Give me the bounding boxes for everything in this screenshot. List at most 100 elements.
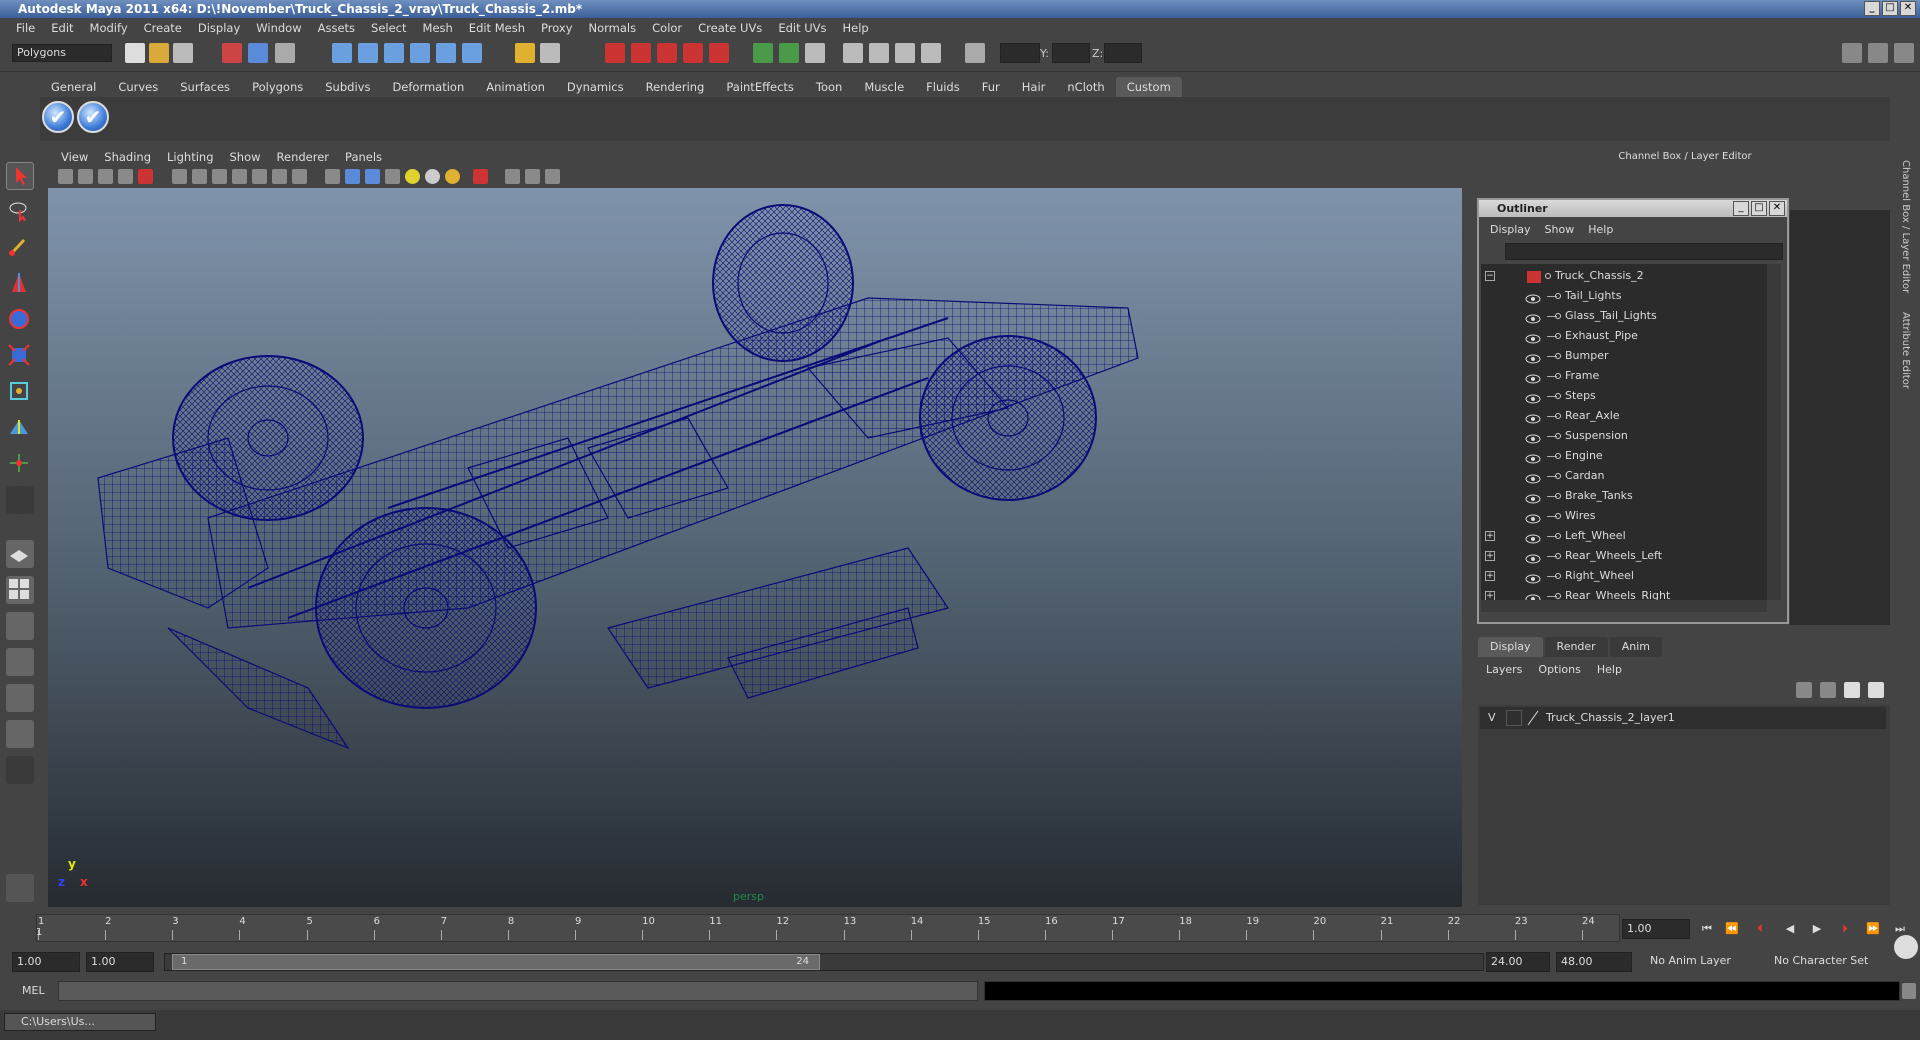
outliner-row[interactable]: Frame xyxy=(1481,366,1767,386)
script-editor-button-icon[interactable] xyxy=(1902,983,1916,999)
quick-layout-icon[interactable] xyxy=(6,874,34,902)
new-empty-layer-icon[interactable] xyxy=(1844,682,1860,698)
layer-menu-options[interactable]: Options xyxy=(1530,663,1588,676)
isolate-select-icon[interactable] xyxy=(473,169,488,184)
viewport-menu-show[interactable]: Show xyxy=(222,150,269,164)
x-field[interactable] xyxy=(1000,43,1040,63)
move-layer-down-icon[interactable] xyxy=(1820,682,1836,698)
lasso-tool-icon[interactable] xyxy=(6,198,34,226)
history-icon[interactable] xyxy=(462,43,482,63)
outliner-menu-show[interactable]: Show xyxy=(1538,223,1582,236)
outliner-minimize-button[interactable]: _ xyxy=(1733,201,1749,216)
wireframe-on-shaded-icon[interactable] xyxy=(365,169,380,184)
step-back-key-icon[interactable]: ⏪ xyxy=(1725,922,1739,936)
outliner-row[interactable]: Bumper xyxy=(1481,346,1767,366)
modeling-toolkit-icon[interactable] xyxy=(921,43,941,63)
outliner-menu-help[interactable]: Help xyxy=(1581,223,1620,236)
outliner-row[interactable]: Exhaust_Pipe xyxy=(1481,326,1767,346)
expand-icon[interactable]: + xyxy=(1485,531,1495,541)
character-set-dropdown[interactable]: No Character Set xyxy=(1770,952,1884,972)
xray-icon[interactable] xyxy=(505,169,520,184)
menu-normals[interactable]: Normals xyxy=(581,21,645,35)
outliner-row[interactable]: + Right_Wheel xyxy=(1481,566,1767,586)
render-view-icon[interactable] xyxy=(709,43,729,63)
shelf-tab-curves[interactable]: Curves xyxy=(107,77,169,97)
maximize-button[interactable]: □ xyxy=(1882,1,1898,16)
move-tool-icon[interactable] xyxy=(6,270,34,298)
layer-menu-help[interactable]: Help xyxy=(1589,663,1630,676)
range-slider-handle[interactable]: 1 24 xyxy=(172,954,820,970)
script-editor-icon[interactable] xyxy=(805,43,825,63)
move-layer-up-icon[interactable] xyxy=(1796,682,1812,698)
outliner-row[interactable]: Steps xyxy=(1481,386,1767,406)
lock-icon[interactable] xyxy=(515,43,535,63)
viewport-menu-view[interactable]: View xyxy=(53,150,96,164)
four-view-layout-icon[interactable] xyxy=(6,576,34,604)
graph-editor-layout-icon[interactable] xyxy=(6,720,34,748)
menu-create-uvs[interactable]: Create UVs xyxy=(690,21,770,35)
input-line-icon[interactable] xyxy=(753,43,773,63)
menu-edit[interactable]: Edit xyxy=(43,21,81,35)
layer-color-swatch[interactable] xyxy=(1526,710,1540,726)
shelf-tab-ncloth[interactable]: nCloth xyxy=(1056,77,1115,97)
z-field[interactable] xyxy=(1104,43,1142,63)
shelf-tab-painteffects[interactable]: PaintEffects xyxy=(715,77,805,97)
single-perspective-layout-icon[interactable] xyxy=(6,540,34,568)
viewport-menu-renderer[interactable]: Renderer xyxy=(269,150,338,164)
select-tool-icon[interactable] xyxy=(6,162,34,190)
expand-icon[interactable]: + xyxy=(1485,591,1495,600)
hypershade-icon[interactable] xyxy=(683,43,703,63)
shelf-check-button-2[interactable]: ✔ xyxy=(77,101,109,133)
shelf-tab-surfaces[interactable]: Surfaces xyxy=(169,77,241,97)
new-scene-icon[interactable] xyxy=(125,43,145,63)
persp-outliner-layout-icon[interactable] xyxy=(6,612,34,640)
layer-menu-layers[interactable]: Layers xyxy=(1478,663,1530,676)
auto-key-icon[interactable] xyxy=(1894,935,1918,959)
current-frame-field[interactable]: 1.00 xyxy=(1622,919,1690,939)
toggle-channel-box-icon[interactable] xyxy=(1842,43,1862,63)
select-hierarchy-icon[interactable] xyxy=(222,43,242,63)
outliner-root-row[interactable]: − Truck_Chassis_2 xyxy=(1481,266,1767,286)
outliner-row[interactable]: + Left_Wheel xyxy=(1481,526,1767,546)
layer-tab-render[interactable]: Render xyxy=(1544,637,1608,657)
shelf-tab-toon[interactable]: Toon xyxy=(805,77,853,97)
snap-point-icon[interactable] xyxy=(384,43,404,63)
universal-manipulator-icon[interactable] xyxy=(6,378,34,406)
camera-attributes-icon[interactable] xyxy=(78,169,93,184)
layout-options-icon[interactable] xyxy=(6,756,34,784)
menu-edit-mesh[interactable]: Edit Mesh xyxy=(461,21,533,35)
viewport-menu-lighting[interactable]: Lighting xyxy=(159,150,221,164)
play-backwards-icon[interactable]: ◀ xyxy=(1783,922,1797,936)
collapse-icon[interactable]: − xyxy=(1485,271,1495,281)
viewport-menu-panels[interactable]: Panels xyxy=(337,150,390,164)
show-manipulator-icon[interactable] xyxy=(6,450,34,478)
safe-action-icon[interactable] xyxy=(252,169,267,184)
gate-mask-icon[interactable] xyxy=(212,169,227,184)
camera-select-icon[interactable] xyxy=(58,169,73,184)
menu-modify[interactable]: Modify xyxy=(82,21,136,35)
shelf-tab-hair[interactable]: Hair xyxy=(1011,77,1057,97)
xray-joints-icon[interactable] xyxy=(525,169,540,184)
close-button[interactable]: ✕ xyxy=(1900,1,1916,16)
text-icon[interactable] xyxy=(292,169,307,184)
last-used-tool-icon[interactable] xyxy=(6,486,34,514)
shelf-tab-rendering[interactable]: Rendering xyxy=(635,77,716,97)
shelf-tab-subdivs[interactable]: Subdivs xyxy=(314,77,381,97)
film-gate-icon[interactable] xyxy=(172,169,187,184)
toggle-attribute-editor-icon[interactable] xyxy=(1894,43,1914,63)
expand-icon[interactable]: + xyxy=(1485,551,1495,561)
menu-create[interactable]: Create xyxy=(136,21,190,35)
outliner-row[interactable]: Engine xyxy=(1481,446,1767,466)
attribute-editor-icon[interactable] xyxy=(843,43,863,63)
y-field[interactable] xyxy=(1052,43,1090,63)
smooth-shade-icon[interactable] xyxy=(345,169,360,184)
render-settings-icon[interactable] xyxy=(657,43,677,63)
open-scene-icon[interactable] xyxy=(149,43,169,63)
snap-grid-icon[interactable] xyxy=(332,43,352,63)
shelf-tab-muscle[interactable]: Muscle xyxy=(853,77,915,97)
side-tab-attribute-editor[interactable]: Attribute Editor xyxy=(1900,312,1911,389)
menu-edit-uvs[interactable]: Edit UVs xyxy=(770,21,834,35)
transform-mode-icon[interactable] xyxy=(965,43,985,63)
outliner-close-button[interactable]: ✕ xyxy=(1769,201,1785,216)
viewport-menu-shading[interactable]: Shading xyxy=(96,150,159,164)
